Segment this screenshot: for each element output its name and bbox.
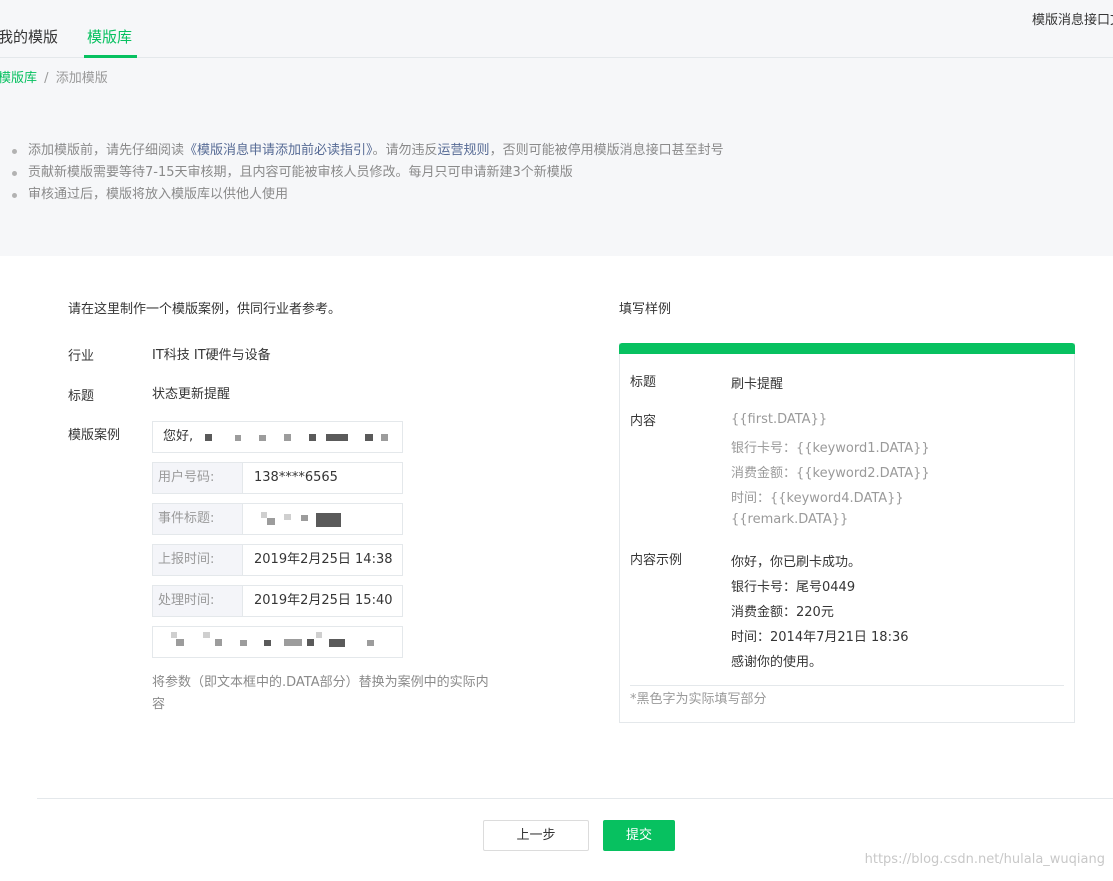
redacted-mark — [316, 513, 341, 527]
sample-example-line: 感谢你的使用。 — [731, 655, 823, 670]
notice-item: 贡献新模版需要等待7-15天审核期，且内容可能被审核人员修改。每月只可申请新建3… — [10, 162, 724, 184]
user-number-value: 138****6565 — [254, 470, 338, 485]
redacted-mark — [307, 639, 314, 646]
redacted-mark — [284, 639, 302, 646]
redacted-mark — [301, 515, 308, 521]
notice-list: 添加模版前，请先仔细阅读《模版消息申请添加前必读指引》。请勿违反运营规则，否则可… — [10, 140, 724, 206]
redacted-mark — [267, 518, 275, 525]
report-time-field[interactable]: 上报时间: 2019年2月25日 14:38 — [152, 544, 403, 576]
redacted-mark — [171, 632, 177, 638]
form-intro: 请在这里制作一个模版案例，供同行业者参考。 — [68, 302, 342, 317]
redacted-mark — [205, 434, 212, 441]
breadcrumb-home[interactable]: 模版库 — [0, 71, 37, 86]
handle-time-prefix: 处理时间: — [153, 586, 243, 616]
greeting-text: 您好, — [163, 429, 194, 444]
redacted-mark — [176, 639, 184, 646]
sample-card-accent-bar — [619, 343, 1075, 354]
redacted-mark — [309, 434, 316, 441]
title-value: 状态更新提醒 — [152, 387, 231, 402]
sample-note: *黑色字为实际填写部分 — [630, 692, 767, 707]
sample-divider — [630, 685, 1064, 686]
remark-field[interactable] — [152, 626, 403, 658]
sample-example-line: 消费金额：220元 — [731, 605, 834, 620]
handle-time-field[interactable]: 处理时间: 2019年2月25日 15:40 — [152, 585, 403, 617]
redacted-mark — [365, 434, 373, 441]
redacted-mark — [235, 435, 241, 441]
redacted-mark — [329, 639, 345, 647]
tab-bar: 我的模版 模版库 — [0, 0, 1113, 58]
breadcrumb: 模版库 / 添加模版 — [0, 67, 108, 86]
redacted-mark — [259, 435, 266, 441]
user-number-prefix: 用户号码: — [153, 463, 243, 493]
top-area: 我的模版 模版库 模版消息接口文 模版库 / 添加模版 添加模版前，请先仔细阅读… — [0, 0, 1113, 256]
redacted-mark — [215, 639, 222, 646]
sample-title: 填写样例 — [619, 302, 672, 317]
sample-example-line: 时间：2014年7月21日 18:36 — [731, 630, 909, 645]
submit-button[interactable]: 提交 — [603, 820, 675, 851]
footer-divider — [37, 798, 1113, 799]
redacted-mark — [264, 640, 271, 646]
report-time-value: 2019年2月25日 14:38 — [254, 552, 393, 567]
redacted-mark — [316, 632, 322, 638]
event-title-prefix: 事件标题: — [153, 504, 243, 534]
notice-item: 添加模版前，请先仔细阅读《模版消息申请添加前必读指引》。请勿违反运营规则，否则可… — [10, 140, 724, 162]
redacted-mark — [240, 640, 247, 646]
watermark: https://blog.csdn.net/hulala_wuqiang — [864, 852, 1105, 867]
redacted-mark — [367, 640, 374, 646]
template-api-doc-link[interactable]: 模版消息接口文 — [1032, 9, 1113, 28]
greeting-field[interactable]: 您好, — [152, 421, 403, 453]
notice-item: 审核通过后，模版将放入模版库以供他人使用 — [10, 184, 724, 206]
redacted-mark — [381, 434, 388, 441]
sample-content-line: {{remark.DATA}} — [731, 512, 849, 527]
redacted-mark — [203, 632, 210, 638]
sample-example-label: 内容示例 — [630, 553, 683, 568]
notice-text: 。请勿违反 — [372, 143, 438, 158]
template-example-label: 模版案例 — [68, 428, 121, 443]
sample-example-line: 银行卡号：尾号0449 — [731, 580, 856, 595]
tab-my-templates[interactable]: 我的模版 — [0, 26, 58, 47]
tab-template-library[interactable]: 模版库 — [87, 26, 132, 47]
sample-title-value: 刷卡提醒 — [731, 377, 784, 392]
sample-title-label: 标题 — [630, 375, 657, 390]
operation-rules-link[interactable]: 运营规则 — [438, 143, 490, 158]
user-number-field[interactable]: 用户号码: 138****6565 — [152, 462, 403, 494]
breadcrumb-current: 添加模版 — [55, 71, 108, 86]
redacted-mark — [284, 514, 291, 520]
notice-text: 添加模版前，请先仔细阅读 — [28, 143, 185, 158]
industry-label: 行业 — [68, 349, 95, 364]
sample-content-line: {{first.DATA}} — [731, 412, 828, 427]
redacted-mark — [284, 434, 291, 441]
sample-example-line: 你好，你已刷卡成功。 — [731, 555, 862, 570]
active-tab-indicator — [84, 55, 137, 58]
notice-text: ，否则可能被停用模版消息接口甚至封号 — [489, 143, 724, 158]
sample-content-line: 时间：{{keyword4.DATA}} — [731, 491, 904, 506]
guide-link[interactable]: 《模版消息申请添加前必读指引》 — [184, 143, 373, 158]
sample-content-line: 银行卡号：{{keyword1.DATA}} — [731, 441, 930, 456]
breadcrumb-separator: / — [44, 71, 49, 86]
previous-step-button[interactable]: 上一步 — [483, 820, 589, 851]
event-title-field[interactable]: 事件标题: — [152, 503, 403, 535]
sample-content-label: 内容 — [630, 414, 657, 429]
sample-content-line: 消费金额：{{keyword2.DATA}} — [731, 466, 930, 481]
redacted-mark — [326, 434, 348, 441]
report-time-prefix: 上报时间: — [153, 545, 243, 575]
industry-value: IT科技 IT硬件与设备 — [152, 348, 271, 363]
handle-time-value: 2019年2月25日 15:40 — [254, 593, 393, 608]
sample-card: 标题 刷卡提醒 内容 {{first.DATA}} 银行卡号：{{keyword… — [619, 343, 1075, 723]
form-hint: 将参数（即文本框中的.DATA部分）替换为案例中的实际内容 — [152, 675, 489, 712]
title-label: 标题 — [68, 389, 95, 404]
